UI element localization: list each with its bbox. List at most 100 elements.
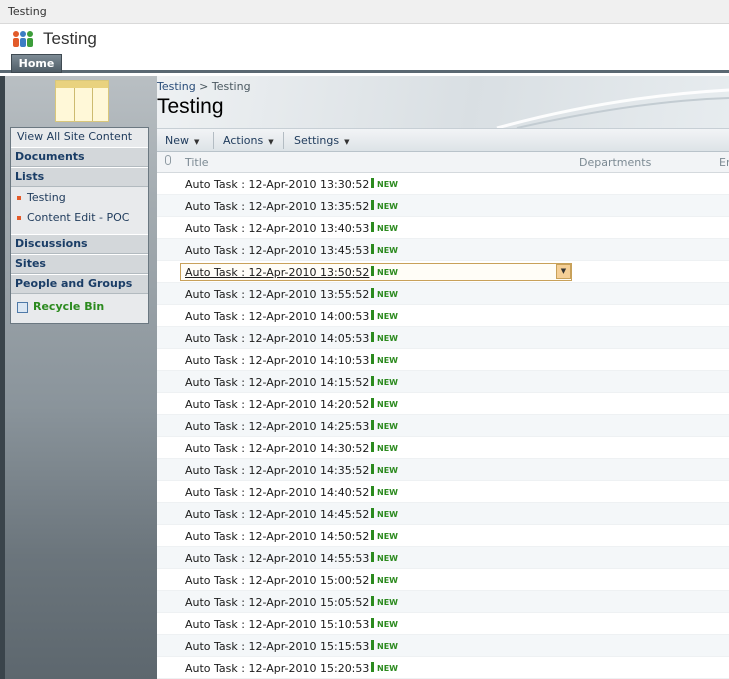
dropdown-arrow-icon: ▼ [194,138,200,146]
row-title-link[interactable]: Auto Task : 12-Apr-2010 14:30:52 [185,442,369,455]
new-exclamation-icon [371,530,374,540]
table-row[interactable]: Auto Task : 12-Apr-2010 15:10:53 NEW [157,613,729,635]
new-badge: NEW [371,266,398,277]
new-exclamation-icon [371,442,374,452]
table-row[interactable]: Auto Task : 12-Apr-2010 14:50:52 NEW [157,525,729,547]
row-title-link[interactable]: Auto Task : 12-Apr-2010 14:00:53 [185,310,369,323]
table-row[interactable]: Auto Task : 12-Apr-2010 14:20:52 NEW [157,393,729,415]
row-title-link[interactable]: Auto Task : 12-Apr-2010 14:05:53 [185,332,369,345]
table-row[interactable]: Auto Task : 12-Apr-2010 14:00:53 NEW [157,305,729,327]
row-title-link[interactable]: Auto Task : 12-Apr-2010 13:30:52 [185,178,369,191]
row-title-link[interactable]: Auto Task : 12-Apr-2010 13:45:53 [185,244,369,257]
row-title-link[interactable]: Auto Task : 12-Apr-2010 14:25:53 [185,420,369,433]
table-row[interactable]: Auto Task : 12-Apr-2010 14:55:53 NEW [157,547,729,569]
row-title-link[interactable]: Auto Task : 12-Apr-2010 14:45:52 [185,508,369,521]
row-title-link[interactable]: Auto Task : 12-Apr-2010 15:20:53 [185,662,369,675]
site-logo-icon [13,31,33,47]
nav-section-discussions[interactable]: Discussions [11,234,148,254]
row-title-link[interactable]: Auto Task : 12-Apr-2010 14:50:52 [185,530,369,543]
table-row[interactable]: Auto Task : 12-Apr-2010 14:40:52 NEW [157,481,729,503]
row-title-link[interactable]: Auto Task : 12-Apr-2010 15:15:53 [185,640,369,653]
table-row[interactable]: Auto Task : 12-Apr-2010 15:15:53 NEW [157,635,729,657]
header-swoosh [496,88,729,128]
tab-home[interactable]: Home [11,54,62,73]
table-row[interactable]: Auto Task : 12-Apr-2010 14:25:53 NEW [157,415,729,437]
new-badge: NEW [371,618,398,629]
nav-section-people-and-groups[interactable]: People and Groups [11,274,148,294]
new-badge-label: NEW [377,510,398,519]
new-exclamation-icon [371,310,374,320]
item-menu-dropdown-icon[interactable]: ▼ [556,264,571,279]
new-badge-label: NEW [377,554,398,563]
breadcrumb-root[interactable]: Testing [157,80,196,93]
row-title-link[interactable]: Auto Task : 12-Apr-2010 14:55:53 [185,552,369,565]
row-title-link[interactable]: Auto Task : 12-Apr-2010 13:40:53 [185,222,369,235]
view-all-site-content-link[interactable]: View All Site Content [17,130,154,143]
row-title-link[interactable]: Auto Task : 12-Apr-2010 13:35:52 [185,200,369,213]
new-badge: NEW [371,332,398,343]
new-badge: NEW [371,222,398,233]
table-row[interactable]: Auto Task : 12-Apr-2010 14:05:53 NEW [157,327,729,349]
table-row[interactable]: Auto Task : 12-Apr-2010 15:00:52 NEW [157,569,729,591]
breadcrumb: Testing > Testing [157,80,251,93]
new-badge-label: NEW [377,268,398,277]
new-badge-label: NEW [377,202,398,211]
new-badge-label: NEW [377,312,398,321]
new-menu[interactable]: New ▼ [165,134,199,147]
row-title-link[interactable]: Auto Task : 12-Apr-2010 13:55:52 [185,288,369,301]
table-row[interactable]: Auto Task : 12-Apr-2010 13:30:52 NEW [157,173,729,195]
new-exclamation-icon [371,178,374,188]
table-row[interactable]: Auto Task : 12-Apr-2010 14:30:52 NEW [157,437,729,459]
table-row[interactable]: Auto Task : 12-Apr-2010 13:45:53 NEW [157,239,729,261]
new-exclamation-icon [371,354,374,364]
new-badge-label: NEW [377,642,398,651]
new-exclamation-icon [371,376,374,386]
nav-item-content-edit-poc[interactable]: Content Edit - POC [11,208,148,228]
list-rows: Auto Task : 12-Apr-2010 13:30:52 NEW Auto … [157,173,729,679]
table-row[interactable]: Auto Task : 12-Apr-2010 14:35:52 NEW [157,459,729,481]
table-row[interactable]: Auto Task : 12-Apr-2010 14:10:53 NEW [157,349,729,371]
nav-section-lists[interactable]: Lists [11,167,148,187]
new-badge-label: NEW [377,356,398,365]
new-exclamation-icon [371,332,374,342]
settings-menu[interactable]: Settings ▼ [294,134,350,147]
row-title-link[interactable]: Auto Task : 12-Apr-2010 14:20:52 [185,398,369,411]
table-row[interactable]: Auto Task : 12-Apr-2010 13:40:53 NEW [157,217,729,239]
row-title-link[interactable]: Auto Task : 12-Apr-2010 13:50:52 [185,266,369,279]
nav-item-label: Content Edit - POC [27,211,130,224]
table-row[interactable]: Auto Task : 12-Apr-2010 13:55:52 NEW [157,283,729,305]
row-title-link[interactable]: Auto Task : 12-Apr-2010 15:00:52 [185,574,369,587]
table-row[interactable]: Auto Task : 12-Apr-2010 15:05:52 NEW [157,591,729,613]
actions-menu-label: Actions [223,134,264,147]
column-partial[interactable]: Er [719,156,729,169]
attachment-icon [165,155,171,165]
row-title-link[interactable]: Auto Task : 12-Apr-2010 15:10:53 [185,618,369,631]
bullet-icon [17,196,21,200]
table-row[interactable]: Auto Task : 12-Apr-2010 13:50:52 NEW ▼ [157,261,729,283]
window-titlebar: Testing [0,0,729,24]
nav-item-label: Testing [27,191,66,204]
nav-section-documents[interactable]: Documents [11,147,148,167]
table-row[interactable]: Auto Task : 12-Apr-2010 14:15:52 NEW [157,371,729,393]
new-exclamation-icon [371,552,374,562]
row-title-link[interactable]: Auto Task : 12-Apr-2010 14:15:52 [185,376,369,389]
row-title-link[interactable]: Auto Task : 12-Apr-2010 14:10:53 [185,354,369,367]
table-row[interactable]: Auto Task : 12-Apr-2010 15:20:53 NEW [157,657,729,679]
column-departments[interactable]: Departments [579,156,651,169]
table-row[interactable]: Auto Task : 12-Apr-2010 14:45:52 NEW [157,503,729,525]
nav-item-testing[interactable]: Testing [11,188,148,208]
site-name[interactable]: Testing [43,29,97,49]
row-title-link[interactable]: Auto Task : 12-Apr-2010 14:35:52 [185,464,369,477]
dropdown-arrow-icon: ▼ [268,138,274,146]
recycle-bin-label: Recycle Bin [33,300,105,313]
row-title-link[interactable]: Auto Task : 12-Apr-2010 14:40:52 [185,486,369,499]
row-title-link[interactable]: Auto Task : 12-Apr-2010 15:05:52 [185,596,369,609]
new-badge-label: NEW [377,422,398,431]
new-badge-label: NEW [377,246,398,255]
actions-menu[interactable]: Actions ▼ [223,134,274,147]
column-title[interactable]: Title [185,156,209,169]
table-row[interactable]: Auto Task : 12-Apr-2010 13:35:52 NEW [157,195,729,217]
nav-section-sites[interactable]: Sites [11,254,148,274]
new-badge-label: NEW [377,598,398,607]
recycle-bin-link[interactable]: Recycle Bin [11,297,148,317]
